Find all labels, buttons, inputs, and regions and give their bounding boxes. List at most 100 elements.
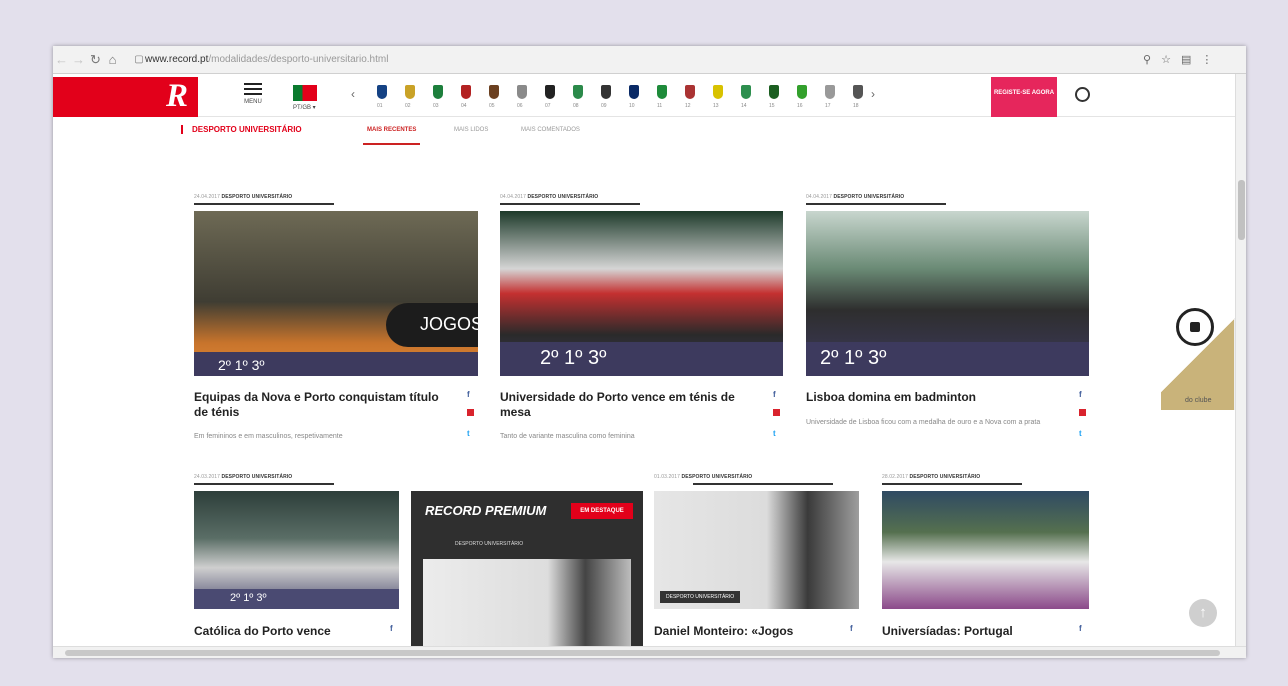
article-category[interactable]: DESPORTO UNIVERSITÁRIO xyxy=(910,474,981,480)
logo-letter: R xyxy=(165,78,188,114)
club-crest-icon[interactable] xyxy=(825,85,835,99)
article-category[interactable]: DESPORTO UNIVERSITÁRIO xyxy=(222,194,293,200)
article-meta: 24.04.2017 DESPORTO UNIVERSITÁRIO xyxy=(194,194,292,200)
article-category[interactable]: DESPORTO UNIVERSITÁRIO xyxy=(528,194,599,200)
facebook-icon[interactable]: f xyxy=(390,624,393,633)
article-meta: 04.04.2017 DESPORTO UNIVERSITÁRIO xyxy=(500,194,598,200)
article-image[interactable]: JOGOS 2º 1º 3º xyxy=(194,211,478,376)
premium-card[interactable]: RECORD PREMIUM EM DESTAQUE DESPORTO UNIV… xyxy=(411,491,643,646)
crest-prev-icon[interactable]: ‹ xyxy=(351,87,355,101)
hamburger-icon xyxy=(244,83,262,95)
premium-badge: EM DESTAQUE xyxy=(571,503,633,519)
extension-icon[interactable]: ▤ xyxy=(1181,53,1191,66)
twitter-icon[interactable]: t xyxy=(1079,429,1082,438)
address-bar[interactable]: ▢ www.record.pt/modalidades/desporto-uni… xyxy=(127,50,1133,70)
podium-text: 2º 1º 3º xyxy=(218,357,265,373)
horizontal-scrollbar[interactable] xyxy=(53,646,1246,658)
club-crest-icon[interactable] xyxy=(573,85,583,99)
article-title[interactable]: Lisboa domina em badminton xyxy=(806,390,1056,405)
star-icon[interactable]: ☆ xyxy=(1161,53,1171,66)
club-crest-icon[interactable] xyxy=(601,85,611,99)
club-crest-icon[interactable] xyxy=(489,85,499,99)
club-label: 09 xyxy=(601,103,607,109)
article-image[interactable] xyxy=(882,491,1089,609)
facebook-icon[interactable]: f xyxy=(1079,390,1082,399)
club-label: 11 xyxy=(657,103,663,109)
article-image[interactable]: 2º 1º 3º xyxy=(500,211,783,376)
scrollbar-thumb[interactable] xyxy=(1238,180,1245,240)
tab-mais-comentados[interactable]: MAIS COMENTADOS xyxy=(521,127,580,133)
article-date: 24.03.2017 xyxy=(194,474,221,480)
reload-icon[interactable]: ↻ xyxy=(87,52,104,68)
article-category[interactable]: DESPORTO UNIVERSITÁRIO xyxy=(834,194,905,200)
club-crest-icon[interactable] xyxy=(657,85,667,99)
club-crest-icon[interactable] xyxy=(769,85,779,99)
forward-icon[interactable]: → xyxy=(70,52,87,67)
podium: 2º 1º 3º xyxy=(194,352,478,376)
article-image[interactable]: 2º 1º 3º xyxy=(806,211,1089,376)
article-title[interactable]: Daniel Monteiro: «Jogos xyxy=(654,624,844,639)
club-crest-icon[interactable] xyxy=(433,85,443,99)
club-crest-icon[interactable] xyxy=(713,85,723,99)
meta-divider xyxy=(194,483,334,485)
club-label: 08 xyxy=(573,103,579,109)
tab-mais-recentes[interactable]: MAIS RECENTES xyxy=(363,127,421,145)
article-category[interactable]: DESPORTO UNIVERSITÁRIO xyxy=(222,474,293,480)
facebook-icon[interactable]: f xyxy=(1079,624,1082,633)
menu-button[interactable]: MENU xyxy=(239,83,267,105)
tab-mais-lidos[interactable]: MAIS LIDOS xyxy=(454,127,488,133)
record-logo[interactable]: R xyxy=(53,77,198,117)
back-to-top-button[interactable]: ↑ xyxy=(1189,599,1217,627)
twitter-icon[interactable]: t xyxy=(773,429,776,438)
comments-icon[interactable] xyxy=(1079,409,1086,416)
portugal-flag-icon[interactable] xyxy=(293,85,317,101)
url-path: /modalidades/desporto-universitario.html xyxy=(208,54,389,65)
article-image[interactable]: DESPORTO UNIVERSITÁRIO xyxy=(654,491,859,609)
club-crest-icon[interactable] xyxy=(797,85,807,99)
article-title[interactable]: Universidade do Porto vence em ténis de … xyxy=(500,390,750,420)
club-crest-icon[interactable] xyxy=(545,85,555,99)
comments-icon[interactable] xyxy=(467,409,474,416)
podium-text: 2º 1º 3º xyxy=(540,347,607,369)
more-icon[interactable]: ⋮ xyxy=(1201,53,1212,66)
club-crest-icon[interactable] xyxy=(405,85,415,99)
article-meta: 01.03.2017 DESPORTO UNIVERSITÁRIO xyxy=(654,474,752,480)
facebook-icon[interactable]: f xyxy=(773,390,776,399)
meta-divider xyxy=(806,203,946,205)
comments-icon[interactable] xyxy=(773,409,780,416)
club-label: 17 xyxy=(825,103,831,109)
facebook-icon[interactable]: f xyxy=(467,390,470,399)
podium-text: 2º 1º 3º xyxy=(230,592,267,604)
article-title[interactable]: Universíadas: Portugal xyxy=(882,624,1072,639)
search-icon[interactable] xyxy=(1075,87,1090,102)
facebook-icon[interactable]: f xyxy=(850,624,853,633)
vertical-scrollbar[interactable] xyxy=(1235,74,1246,646)
crest-next-icon[interactable]: › xyxy=(871,87,875,101)
register-button[interactable]: REGISTE-SE AGORA xyxy=(991,77,1057,117)
article-date: 04.04.2017 xyxy=(806,194,833,200)
article-title[interactable]: Católica do Porto vence xyxy=(194,624,384,639)
club-crest-icon[interactable] xyxy=(741,85,751,99)
club-label: 10 xyxy=(629,103,635,109)
article-category[interactable]: DESPORTO UNIVERSITÁRIO xyxy=(682,474,753,480)
back-icon[interactable]: ← xyxy=(53,52,70,67)
page-icon: ▢ xyxy=(134,54,144,65)
club-crest-icon[interactable] xyxy=(461,85,471,99)
club-crest-icon[interactable] xyxy=(853,85,863,99)
section-title: DESPORTO UNIVERSITÁRIO xyxy=(181,125,302,134)
club-crest-icon[interactable] xyxy=(629,85,639,99)
club-crest-icon[interactable] xyxy=(685,85,695,99)
premium-image[interactable] xyxy=(423,559,631,646)
club-crest-icon[interactable] xyxy=(377,85,387,99)
home-icon[interactable]: ⌂ xyxy=(104,52,121,67)
twitter-icon[interactable]: t xyxy=(467,429,470,438)
article-date: 28.02.2017 xyxy=(882,474,909,480)
club-crest-icon[interactable] xyxy=(517,85,527,99)
scrollbar-thumb[interactable] xyxy=(65,650,1220,656)
language-label[interactable]: PT/GB ▾ xyxy=(293,104,316,111)
article-title[interactable]: Equipas da Nova e Porto conquistam títul… xyxy=(194,390,444,420)
browser-toolbar: ← → ↻ ⌂ ▢ www.record.pt/modalidades/desp… xyxy=(53,46,1246,74)
meta-divider xyxy=(500,203,640,205)
article-image[interactable]: 2º 1º 3º xyxy=(194,491,399,609)
zoom-icon[interactable]: ⚲ xyxy=(1143,53,1151,66)
